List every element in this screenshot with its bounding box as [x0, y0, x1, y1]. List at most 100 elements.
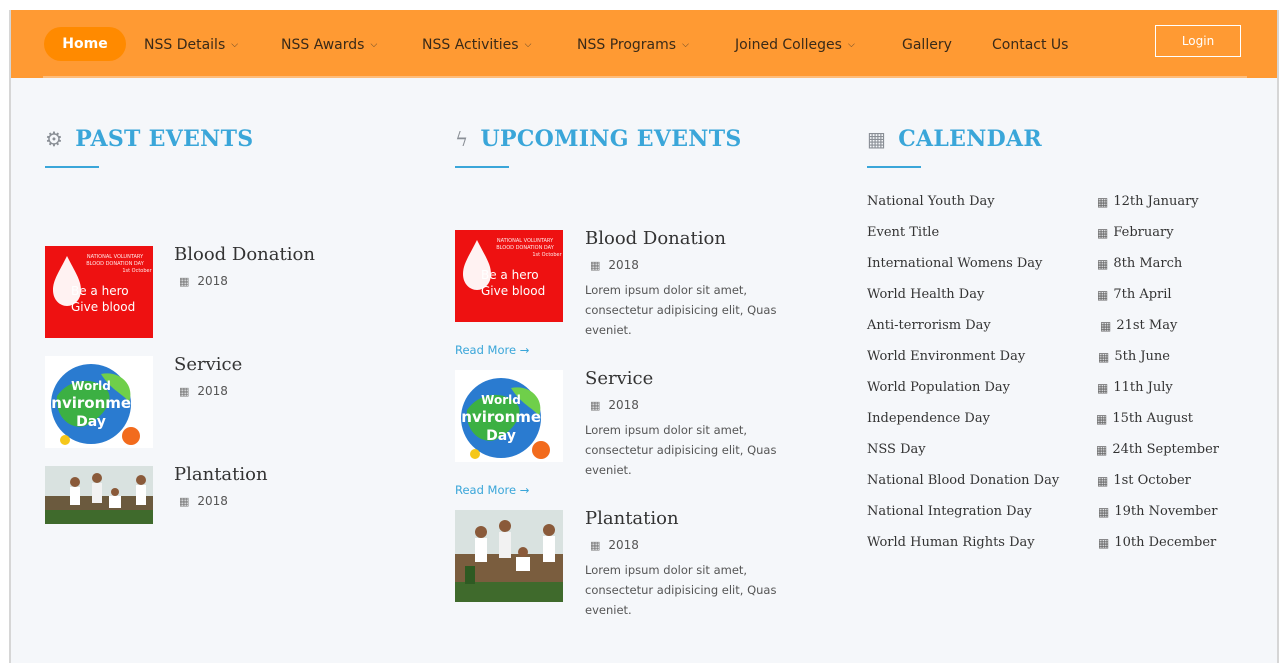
chevron-down-icon: ⌵ [682, 40, 689, 50]
upcoming-event-description: Lorem ipsum dolor sit amet, consectetur … [585, 563, 777, 617]
nav-home-button[interactable]: Home [44, 27, 126, 61]
nav-item-contact-us[interactable]: Contact Us [992, 35, 1068, 55]
calendar-icon: ▦ [179, 494, 190, 508]
upcoming-event-date: ▦ 2018 [590, 258, 639, 272]
past-event-year: 2018 [197, 274, 228, 288]
calendar-date-text: 8th March [1113, 256, 1183, 271]
blood-donation-thumbnail[interactable]: NATIONAL VOLUNTARY BLOOD DONATION DAY 1s… [455, 230, 563, 322]
gear-icon: ⚙ [45, 127, 64, 151]
calendar-icon: ▦ [1096, 442, 1108, 457]
calendar-date-text: 19th November [1114, 504, 1218, 519]
read-more-link[interactable]: Read More → [455, 343, 529, 357]
nav-item-nss-activities[interactable]: NSS Activities ⌵ [422, 35, 531, 55]
blood-image-slogan: Give blood [71, 300, 135, 314]
calendar-icon: ▦ [590, 538, 601, 552]
lightning-icon: ϟ [455, 127, 469, 151]
past-event-date: ▦ 2018 [179, 384, 228, 398]
environment-day-image: World Environment Day [45, 356, 153, 448]
blood-image-text: 1st October [122, 268, 152, 274]
blood-donation-thumbnail[interactable]: NATIONAL VOLUNTARY BLOOD DONATION DAY 1s… [45, 246, 153, 338]
calendar-title: CALENDAR [898, 126, 1042, 152]
upcoming-event-description: Lorem ipsum dolor sit amet, consectetur … [585, 423, 777, 477]
calendar-date-text: 1st October [1113, 473, 1191, 488]
upcoming-event-title[interactable]: Plantation [585, 508, 679, 529]
env-image-text: Day [76, 414, 106, 430]
calendar-event-name: World Health Day [867, 287, 985, 302]
upcoming-event-title[interactable]: Service [585, 368, 653, 389]
plantation-thumbnail[interactable] [45, 466, 153, 524]
chevron-down-icon: ⌵ [231, 40, 239, 50]
calendar-row: NSS Day ▦ 24th September [867, 442, 1247, 462]
calendar-event-name: Independence Day [867, 411, 990, 426]
upcoming-events-underline [455, 166, 509, 168]
nav-item-nss-awards[interactable]: NSS Awards ⌵ [281, 35, 377, 55]
env-image-text: Environment [455, 408, 559, 426]
top-navbar: Home NSS Details ⌵ NSS Awards ⌵ NSS Activi… [11, 10, 1277, 78]
calendar-icon: ▦ [179, 384, 190, 398]
calendar-icon: ▦ [1097, 225, 1109, 240]
chevron-down-icon: ⌵ [370, 40, 378, 50]
calendar-event-date: ▦ 15th August [1096, 411, 1193, 426]
env-image-text: Environment [45, 394, 149, 412]
calendar-icon: ▦ [1100, 318, 1112, 333]
calendar-event-name: Event Title [867, 225, 940, 240]
blood-image-slogan: Be a hero [71, 284, 129, 298]
past-event-date: ▦ 2018 [179, 494, 228, 508]
plantation-image [45, 466, 153, 524]
calendar-heading: ▦ CALENDAR [867, 126, 1042, 152]
past-event-title[interactable]: Blood Donation [174, 244, 315, 265]
calendar-event-name: World Environment Day [867, 349, 1026, 364]
calendar-icon: ▦ [1097, 194, 1109, 209]
calendar-event-name: World Human Rights Day [867, 535, 1035, 550]
calendar-date-text: 10th December [1114, 535, 1217, 550]
plantation-thumbnail[interactable] [455, 510, 563, 602]
blood-image-text: BLOOD DONATION DAY [86, 261, 144, 267]
login-button[interactable]: Login [1155, 25, 1241, 57]
calendar-icon: ▦ [1098, 504, 1110, 519]
calendar-row: World Human Rights Day ▦ 10th December [867, 535, 1247, 555]
calendar-event-name: National Integration Day [867, 504, 1032, 519]
upcoming-events-title: UPCOMING EVENTS [480, 126, 742, 152]
service-thumbnail[interactable]: World Environment Day [45, 356, 153, 448]
past-event-title[interactable]: Service [174, 354, 242, 375]
past-event-date: ▦ 2018 [179, 274, 228, 288]
blood-donation-image: NATIONAL VOLUNTARY BLOOD DONATION DAY 1s… [45, 246, 153, 338]
calendar-icon: ▦ [1097, 287, 1109, 302]
upcoming-event-year: 2018 [608, 398, 639, 412]
chevron-down-icon: ⌵ [524, 40, 532, 50]
blood-image-text: NATIONAL VOLUNTARY [497, 238, 554, 244]
calendar-row: World Environment Day ▦ 5th June [867, 349, 1247, 369]
calendar-row: National Integration Day ▦ 19th November [867, 504, 1247, 524]
read-more-link[interactable]: Read More → [455, 483, 529, 497]
calendar-event-date: ▦ 21st May [1100, 318, 1177, 333]
calendar-event-date: ▦ 8th March [1097, 256, 1182, 271]
calendar-event-date: ▦ 19th November [1098, 504, 1217, 519]
upcoming-event-title[interactable]: Blood Donation [585, 228, 726, 249]
env-image-text: World [71, 379, 111, 393]
chevron-down-icon: ⌵ [847, 40, 855, 50]
nav-item-joined-colleges[interactable]: Joined Colleges ⌵ [735, 35, 855, 55]
calendar-date-text: 24th September [1112, 442, 1220, 457]
calendar-event-name: National Blood Donation Day [867, 473, 1060, 488]
calendar-event-date: ▦ 7th April [1097, 287, 1172, 302]
nav-item-label: NSS Programs [577, 37, 677, 53]
calendar-event-date: ▦ 5th June [1098, 349, 1170, 364]
past-events-heading: ⚙ PAST EVENTS [45, 126, 253, 152]
calendar-icon: ▦ [590, 258, 601, 272]
calendar-row: Anti-terrorism Day ▦ 21st May [867, 318, 1247, 338]
calendar-row: National Youth Day ▦ 12th January [867, 194, 1247, 214]
past-event-title[interactable]: Plantation [174, 464, 268, 485]
calendar-date-text: 7th April [1113, 287, 1172, 302]
service-thumbnail[interactable]: World Environment Day [455, 370, 563, 462]
past-event-year: 2018 [197, 384, 228, 398]
nav-divider [43, 76, 1247, 78]
nav-item-nss-details[interactable]: NSS Details ⌵ [144, 35, 238, 55]
nav-item-nss-programs[interactable]: NSS Programs ⌵ [577, 35, 689, 55]
calendar-event-date: ▦ February [1097, 225, 1174, 240]
env-image-text: Day [486, 428, 516, 444]
blood-donation-image: NATIONAL VOLUNTARY BLOOD DONATION DAY 1s… [455, 230, 563, 322]
nav-item-label: Joined Colleges [735, 37, 842, 53]
calendar-icon: ▦ [1098, 349, 1110, 364]
nav-item-gallery[interactable]: Gallery [902, 35, 952, 55]
calendar-icon: ▦ [590, 398, 601, 412]
